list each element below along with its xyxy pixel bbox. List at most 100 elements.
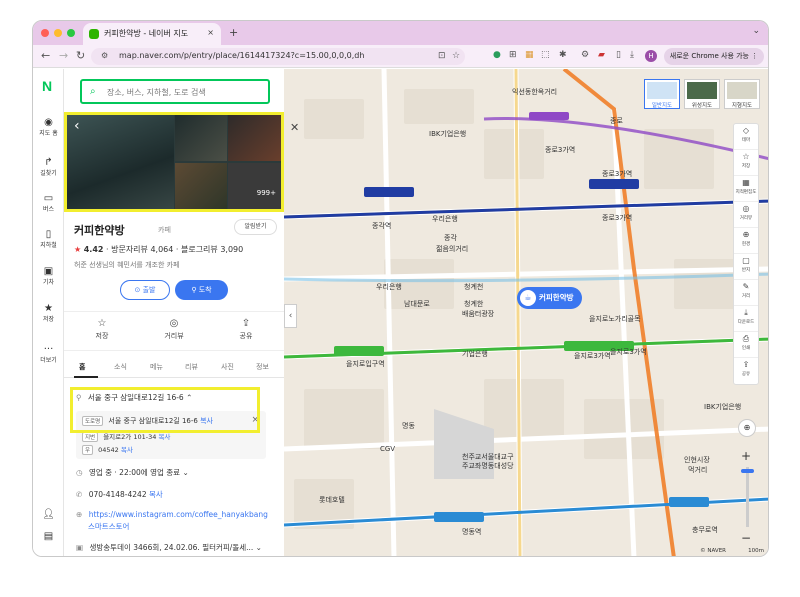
back-icon[interactable]: ← xyxy=(41,49,50,62)
map-place-label[interactable]: 종로3가역 xyxy=(545,145,575,155)
copy-jibun-address-button[interactable]: 복사 xyxy=(158,433,170,441)
close-panel-icon[interactable]: ✕ xyxy=(290,121,299,134)
streetview-action[interactable]: ◎ 거리뷰 xyxy=(139,318,209,341)
map-place-label[interactable]: 인현시장 xyxy=(684,455,710,465)
tool-cadastral[interactable]: ▦ 지적편집도 xyxy=(734,176,758,202)
tool-theme[interactable]: ◇ 테마 xyxy=(734,124,758,150)
tool-share[interactable]: ⇪ 공유 xyxy=(734,358,758,384)
map-place-label[interactable]: 우리은행 xyxy=(432,214,458,224)
map-place-label[interactable]: 청계천 xyxy=(464,282,483,292)
tool-save[interactable]: ☆ 저장 xyxy=(734,150,758,176)
map-place-label[interactable]: 명동역 xyxy=(462,527,481,537)
map-place-label[interactable]: 을지로입구역 xyxy=(346,359,385,369)
tool-streetview[interactable]: ◎ 거리뷰 xyxy=(734,202,758,228)
zoom-window-button[interactable] xyxy=(67,29,75,37)
nav-map-home[interactable]: ◉ 지도 홈 xyxy=(33,117,64,138)
start-button[interactable]: ⊙ 출발 xyxy=(120,280,170,300)
map-type-normal[interactable]: 일반지도 xyxy=(644,79,680,109)
map-place-label[interactable]: 남대문로 xyxy=(404,299,430,309)
tab-list-chevron-icon[interactable]: ⌄ xyxy=(752,26,760,36)
broadcast-chevron-icon[interactable]: ⌄ xyxy=(256,543,262,552)
map-place-label[interactable]: 젊음의거리 xyxy=(436,244,468,254)
map-place-label[interactable]: 종로3가역 xyxy=(602,169,632,179)
extension-5-icon[interactable]: ⚙ xyxy=(581,50,589,60)
map-type-satellite[interactable]: 위성지도 xyxy=(684,79,720,109)
tool-download[interactable]: ⤓ 다운로드 xyxy=(734,306,758,332)
chrome-update-button[interactable]: 새로운 Chrome 사용 가능 ⋮ xyxy=(664,48,764,65)
zoom-slider[interactable] xyxy=(741,467,754,527)
map-place-label[interactable]: 종로 xyxy=(610,116,623,126)
map-place-label[interactable]: 우리은행 xyxy=(376,282,402,292)
map-place-label[interactable]: 종각 xyxy=(444,233,457,243)
map-place-label[interactable]: 을지로3가역 xyxy=(610,347,647,357)
tab-home[interactable]: 홈 xyxy=(79,362,85,372)
smartstore-link[interactable]: 스마트스토어 xyxy=(88,522,129,531)
install-icon[interactable]: ⊡ xyxy=(438,51,446,61)
downloads-icon[interactable]: ⤓ xyxy=(630,50,634,60)
nav-subway[interactable]: ▯ 지하철 xyxy=(33,229,64,250)
forward-icon[interactable]: → xyxy=(59,49,68,62)
extension-6-icon[interactable]: ▰ xyxy=(598,50,605,60)
map-place-label[interactable]: 주교좌명동대성당 xyxy=(462,461,514,471)
website-link[interactable]: https://www.instagram.com/coffee_hanyakb… xyxy=(89,510,268,519)
hours-chevron-icon[interactable]: ⌄ xyxy=(182,468,188,477)
tab-info[interactable]: 정보 xyxy=(256,362,269,372)
sidebar-toggle-icon[interactable]: ▤ xyxy=(33,531,64,543)
map-view[interactable]: 익선동한옥거리 종로 종로3가역 종로3가역 종로3가역 종각역 종각 젊음의거리 IBK기업은… xyxy=(284,69,768,556)
compass-icon[interactable]: ⊕ xyxy=(738,419,756,437)
alarm-button[interactable]: 알림받기 xyxy=(234,219,277,235)
map-place-label[interactable]: 을지로노가리골목 xyxy=(589,314,641,324)
map-place-label[interactable]: 종로3가역 xyxy=(602,213,632,223)
map-place-label[interactable]: 명동 xyxy=(402,421,415,431)
map-place-label[interactable]: 롯데호텔 xyxy=(319,495,345,505)
map-place-label[interactable]: 기업은행 xyxy=(462,349,488,359)
tab-photo[interactable]: 사진 xyxy=(221,362,234,372)
new-tab-button[interactable]: + xyxy=(229,26,238,39)
tool-area[interactable]: ▢ 반지 xyxy=(734,254,758,280)
zoom-out-button[interactable]: − xyxy=(741,531,751,545)
zoom-in-button[interactable]: + xyxy=(741,449,751,463)
nav-saved[interactable]: ★ 저장 xyxy=(33,303,64,324)
browser-tab[interactable]: 커피한약방 - 네이버 지도 × xyxy=(83,23,221,45)
map-place-label[interactable]: 청계한 xyxy=(464,299,483,309)
extension-1-icon[interactable]: ● xyxy=(493,50,501,60)
minimize-window-button[interactable] xyxy=(54,29,62,37)
bookmark-star-icon[interactable]: ☆ xyxy=(452,51,460,61)
share-action[interactable]: ⇪ 공유 xyxy=(211,318,281,341)
user-icon[interactable]: 👤︎ xyxy=(33,509,64,521)
tool-current[interactable]: ⊕ 현경 xyxy=(734,228,758,254)
close-window-button[interactable] xyxy=(41,29,49,37)
map-place-label[interactable]: IBK기업은행 xyxy=(704,402,741,412)
review-counts[interactable]: · 방문자리뷰 4,064 · 블로그리뷰 3,090 xyxy=(106,245,243,254)
save-action[interactable]: ☆ 저장 xyxy=(67,318,137,341)
map-place-label[interactable]: 종각역 xyxy=(372,221,391,231)
map-type-terrain[interactable]: 지형지도 xyxy=(724,79,760,109)
profile-avatar[interactable]: H xyxy=(645,50,657,62)
map-place-label[interactable]: IBK기업은행 xyxy=(429,129,466,139)
reload-icon[interactable]: ↻ xyxy=(76,49,85,62)
tab-review[interactable]: 리뷰 xyxy=(185,362,198,372)
hours-row[interactable]: ◷ 영업 중 · 22:00에 영업 종료 ⌄ xyxy=(76,467,189,478)
extension-3-icon[interactable]: ▦ xyxy=(525,50,534,60)
side-panel-icon[interactable]: ▯ xyxy=(616,50,621,60)
panel-collapse-button[interactable]: ‹ xyxy=(284,304,297,328)
map-place-label[interactable]: 익선동한옥거리 xyxy=(512,87,557,97)
extensions-puzzle-icon[interactable]: ✱ xyxy=(559,50,567,60)
search-input[interactable]: ⌕ 장소, 버스, 지하철, 도로 검색 xyxy=(80,79,270,104)
extension-4-icon[interactable]: ⬚ xyxy=(541,50,550,60)
map-place-label[interactable]: CGV xyxy=(380,445,395,453)
nav-bus[interactable]: ▭ 버스 xyxy=(33,193,64,214)
naver-logo[interactable]: N xyxy=(42,78,52,94)
map-place-label[interactable]: 먹거리 xyxy=(688,465,707,475)
nav-more[interactable]: ··· 더보기 xyxy=(33,344,64,365)
tab-news[interactable]: 소식 xyxy=(114,362,127,372)
copy-phone-button[interactable]: 복사 xyxy=(149,490,163,499)
map-place-label[interactable]: 을지로3가역 xyxy=(574,351,611,361)
copy-postal-button[interactable]: 복사 xyxy=(121,446,133,454)
place-marker[interactable]: ☕︎ 커피한약방 xyxy=(517,287,582,309)
broadcast-row[interactable]: ▣ 생방송투데이 3466회, 24.02.06. 필터커피/돌세... ⌄ xyxy=(76,542,262,553)
map-place-label[interactable]: 배움터광장 xyxy=(462,309,494,319)
arrive-button[interactable]: ⚲ 도착 xyxy=(175,280,228,300)
site-info-icon[interactable]: ⚙ xyxy=(101,51,108,60)
map-place-label[interactable]: 충무로역 xyxy=(692,525,718,535)
